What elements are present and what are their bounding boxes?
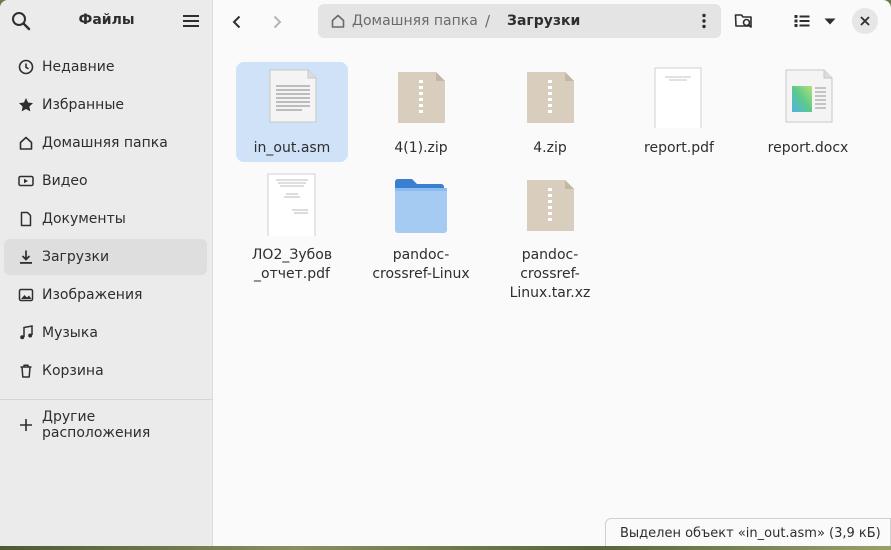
view-options-button[interactable] [818,9,842,33]
file-item[interactable]: report.docx [752,62,864,162]
sidebar-header: Файлы [0,0,212,42]
file-item[interactable]: in_out.asm [236,62,348,162]
file-item[interactable]: 4(1).zip [365,62,477,162]
sidebar-item-downloads[interactable]: Загрузки [4,239,207,275]
file-name: report.docx [767,140,849,156]
file-name: in_out.asm [253,140,331,156]
music-icon [18,325,34,341]
document-icon [18,211,34,227]
sidebar-item-starred[interactable]: Избранные [4,87,207,123]
archive-file-icon [365,62,477,128]
plus-icon [18,417,34,433]
sidebar-item-music[interactable]: Музыка [4,315,207,351]
file-name: report.pdf [644,140,714,156]
breadcrumb-current[interactable]: Загрузки [507,13,580,29]
download-icon [18,249,34,265]
folder-item[interactable]: pandoc- crossref-Linux [365,170,477,300]
file-item[interactable]: 4.zip [494,62,606,162]
path-bar: Домашняя папка / Загрузки [318,4,721,38]
folder-name: pandoc- crossref-Linux [372,247,470,282]
file-name: 4.zip [533,140,567,156]
home-icon[interactable] [330,13,346,29]
file-name: 4(1).zip [394,140,448,156]
file-item[interactable]: pandoc- crossref- Linux.tar.xz [494,170,606,301]
clock-icon [18,59,34,75]
sidebar-item-home[interactable]: Домашняя папка [4,125,207,161]
back-button[interactable] [224,9,250,35]
text-file-icon [236,62,348,128]
file-grid: in_out.asm 4(1).zip 4.zip report.pdf rep… [214,42,891,546]
sidebar-separator [0,399,213,400]
pdf-thumbnail-icon [236,170,348,239]
status-bar: Выделен объект «in_out.asm» (3,9 кБ) [605,518,891,546]
close-icon [860,16,870,26]
sidebar-item-label: Недавние [42,59,115,75]
sidebar-item-pictures[interactable]: Изображения [4,277,207,313]
file-manager-window: Файлы Недавние Избранные Домашняя папка … [0,0,891,546]
sidebar-places-list: Недавние Избранные Домашняя папка Видео … [0,49,213,441]
pdf-thumbnail-icon [623,62,735,131]
header-bar: Домашняя папка / Загрузки [214,0,891,42]
sidebar-item-other-locations[interactable]: Другие расположения [4,409,207,441]
sidebar-item-label: Изображения [42,287,143,303]
sidebar-item-label: Избранные [42,97,124,113]
chevron-down-icon [824,18,836,25]
file-item[interactable]: report.pdf [623,62,735,162]
breadcrumb-home[interactable]: Домашняя папка [352,13,478,29]
sidebar-item-documents[interactable]: Документы [4,201,207,237]
sidebar-item-trash[interactable]: Корзина [4,353,207,389]
sidebar-item-label: Загрузки [42,249,110,265]
hamburger-menu-icon[interactable] [182,12,200,30]
sidebar-item-recent[interactable]: Недавние [4,49,207,85]
view-list-button[interactable] [790,9,814,33]
file-item[interactable]: ЛО2_Зубов _отчет.pdf [236,170,348,300]
archive-file-icon [494,170,606,236]
chevron-right-icon [273,15,282,29]
sidebar-item-label: Видео [42,173,88,189]
sidebar-item-label: Другие расположения [42,409,151,441]
more-options-icon[interactable] [695,12,713,30]
close-button[interactable] [852,8,878,34]
archive-file-icon [494,62,606,128]
sidebar-item-label: Музыка [42,325,98,341]
star-icon [18,97,34,113]
chevron-left-icon [232,15,241,29]
sidebar-item-label: Корзина [42,363,104,379]
folder-icon [365,170,477,236]
image-icon [18,287,34,303]
sidebar-item-videos[interactable]: Видео [4,163,207,199]
search-folder-button[interactable] [732,9,756,33]
docx-file-icon [752,62,864,128]
sidebar: Файлы Недавние Избранные Домашняя папка … [0,0,213,546]
file-name: pandoc- crossref- Linux.tar.xz [509,247,591,301]
folder-search-icon [734,14,753,29]
forward-button[interactable] [264,9,290,35]
home-icon [18,135,34,151]
desktop-background [0,546,891,550]
sidebar-item-label: Документы [42,211,126,227]
list-view-icon [794,15,810,27]
breadcrumb-separator: / [485,12,491,30]
video-icon [18,173,34,189]
trash-icon [18,363,34,379]
sidebar-item-label: Домашняя папка [42,135,168,151]
file-name: ЛО2_Зубов _отчет.pdf [251,247,333,282]
